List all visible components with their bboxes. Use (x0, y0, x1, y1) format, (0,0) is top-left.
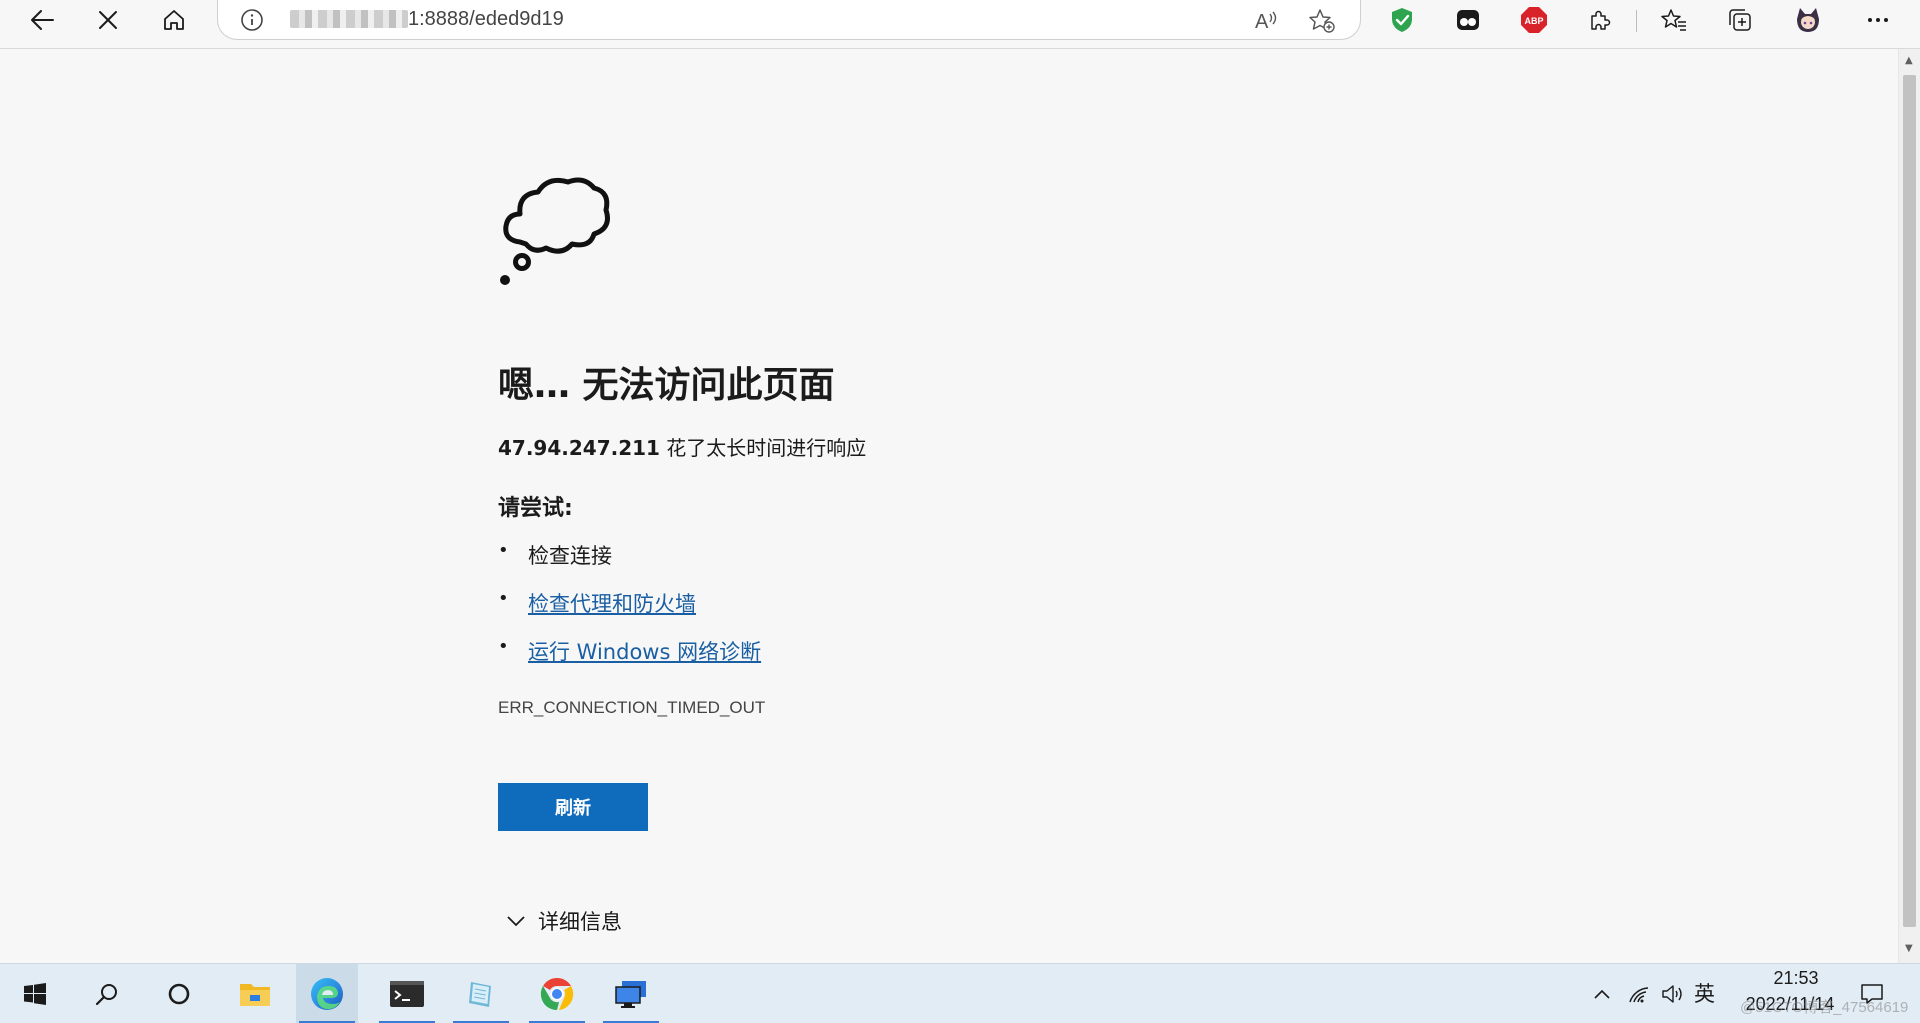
edge-browser-icon (311, 978, 343, 1010)
taskbar: 英 21:53 2022/11/14 @51CTO博客_47564619 (0, 963, 1920, 1023)
list-item: 运行 Windows 网络诊断 (498, 636, 761, 684)
scroll-thumb[interactable] (1903, 75, 1916, 927)
chevron-down-icon (507, 916, 525, 927)
shield-icon (1392, 8, 1412, 32)
adblock-plus-button[interactable]: ABP (1512, 0, 1556, 40)
refresh-button[interactable]: 刷新 (498, 783, 648, 831)
show-hidden-icons-button[interactable] (1586, 964, 1618, 1023)
list-item: 检查连接 (498, 540, 761, 588)
collections-icon (1729, 9, 1751, 31)
notepad-icon (469, 982, 491, 1007)
details-toggle[interactable]: 详细信息 (498, 906, 622, 936)
remote-desktop-button[interactable] (600, 964, 662, 1023)
extensions-puzzle-icon (1591, 10, 1611, 30)
list-item: 检查代理和防火墙 (498, 588, 761, 636)
check-proxy-firewall-link[interactable]: 检查代理和防火墙 (528, 592, 696, 616)
tampermonkey-icon (1457, 10, 1479, 30)
cortana-button[interactable] (148, 964, 210, 1023)
collections-button[interactable] (1718, 0, 1762, 40)
scroll-down-arrow-icon[interactable]: ▼ (1905, 943, 1913, 954)
clock-time[interactable]: 21:53 (1756, 968, 1836, 989)
remote-desktop-icon (615, 981, 646, 1008)
chevron-up-icon (1594, 989, 1610, 999)
chrome-icon (540, 977, 574, 1011)
page-title: 嗯… 无法访问此页面 (498, 365, 835, 406)
home-icon (164, 10, 184, 30)
settings-more-button[interactable] (1856, 0, 1900, 40)
error-description: 47.94.247.211 花了太长时间进行响应 (498, 432, 866, 461)
thought-cloud-icon (500, 177, 610, 285)
speaker-icon (1662, 985, 1682, 1003)
search-icon (95, 984, 117, 1006)
tampermonkey-extension-button[interactable] (1446, 0, 1490, 40)
wifi-icon (1629, 987, 1649, 1003)
browser-toolbar: 1:8888/eded9d19 A ABP (0, 0, 1920, 49)
favorites-star-icon (1661, 9, 1686, 31)
vertical-scrollbar[interactable]: ▲ ▼ (1898, 49, 1920, 963)
check-connection-text: 检查连接 (528, 544, 612, 568)
notification-center-button[interactable] (1852, 964, 1892, 1023)
avatar-icon (1797, 8, 1819, 32)
add-favorite-icon[interactable] (1308, 8, 1336, 34)
adblock-plus-icon: ABP (1521, 7, 1547, 33)
more-dots-icon (1868, 18, 1888, 22)
read-aloud-icon[interactable]: A (1254, 8, 1280, 32)
terminal-icon (390, 981, 424, 1007)
error-code: ERR_CONNECTION_TIMED_OUT (498, 698, 766, 717)
details-label: 详细信息 (538, 910, 622, 934)
notification-icon (1861, 984, 1883, 1004)
cortana-circle-icon (168, 983, 190, 1005)
file-explorer-button[interactable] (224, 964, 286, 1023)
error-host: 47.94.247.211 (498, 436, 660, 460)
favorites-button[interactable] (1652, 0, 1696, 40)
profile-button[interactable] (1786, 0, 1830, 40)
stop-loading-button[interactable] (86, 0, 130, 40)
scroll-up-arrow-icon[interactable]: ▲ (1905, 55, 1913, 66)
start-button[interactable] (4, 964, 66, 1023)
shield-extension-button[interactable] (1380, 0, 1424, 40)
back-button[interactable] (20, 0, 64, 40)
volume-button[interactable] (1656, 964, 1690, 1023)
address-redacted-host (290, 10, 408, 28)
run-network-diagnostics-link[interactable]: 运行 Windows 网络诊断 (528, 640, 761, 664)
edge-taskbar-button[interactable] (296, 964, 358, 1023)
info-icon[interactable] (240, 8, 264, 32)
network-status-button[interactable] (1622, 964, 1656, 1023)
taskbar-search-button[interactable] (76, 964, 138, 1023)
home-button[interactable] (152, 0, 196, 40)
chrome-button[interactable] (526, 964, 588, 1023)
address-text: 1:8888/eded9d19 (408, 8, 564, 30)
try-heading: 请尝试: (498, 496, 573, 521)
notepad-button[interactable] (450, 964, 512, 1023)
suggestion-list: 检查连接 检查代理和防火墙 运行 Windows 网络诊断 (498, 540, 761, 684)
folder-icon (240, 984, 270, 1006)
svg-text:A: A (1255, 11, 1269, 32)
svg-text:ABP: ABP (1524, 16, 1543, 26)
error-reason: 花了太长时间进行响应 (659, 436, 867, 460)
back-arrow-icon (31, 10, 54, 30)
address-bar[interactable]: 1:8888/eded9d19 A (217, 0, 1361, 40)
input-method-indicator[interactable]: 英 (1694, 978, 1715, 1008)
terminal-button[interactable] (376, 964, 438, 1023)
extensions-button[interactable] (1578, 0, 1622, 40)
windows-logo-icon (24, 983, 46, 1005)
close-icon (99, 11, 117, 29)
toolbar-separator (1636, 10, 1637, 32)
